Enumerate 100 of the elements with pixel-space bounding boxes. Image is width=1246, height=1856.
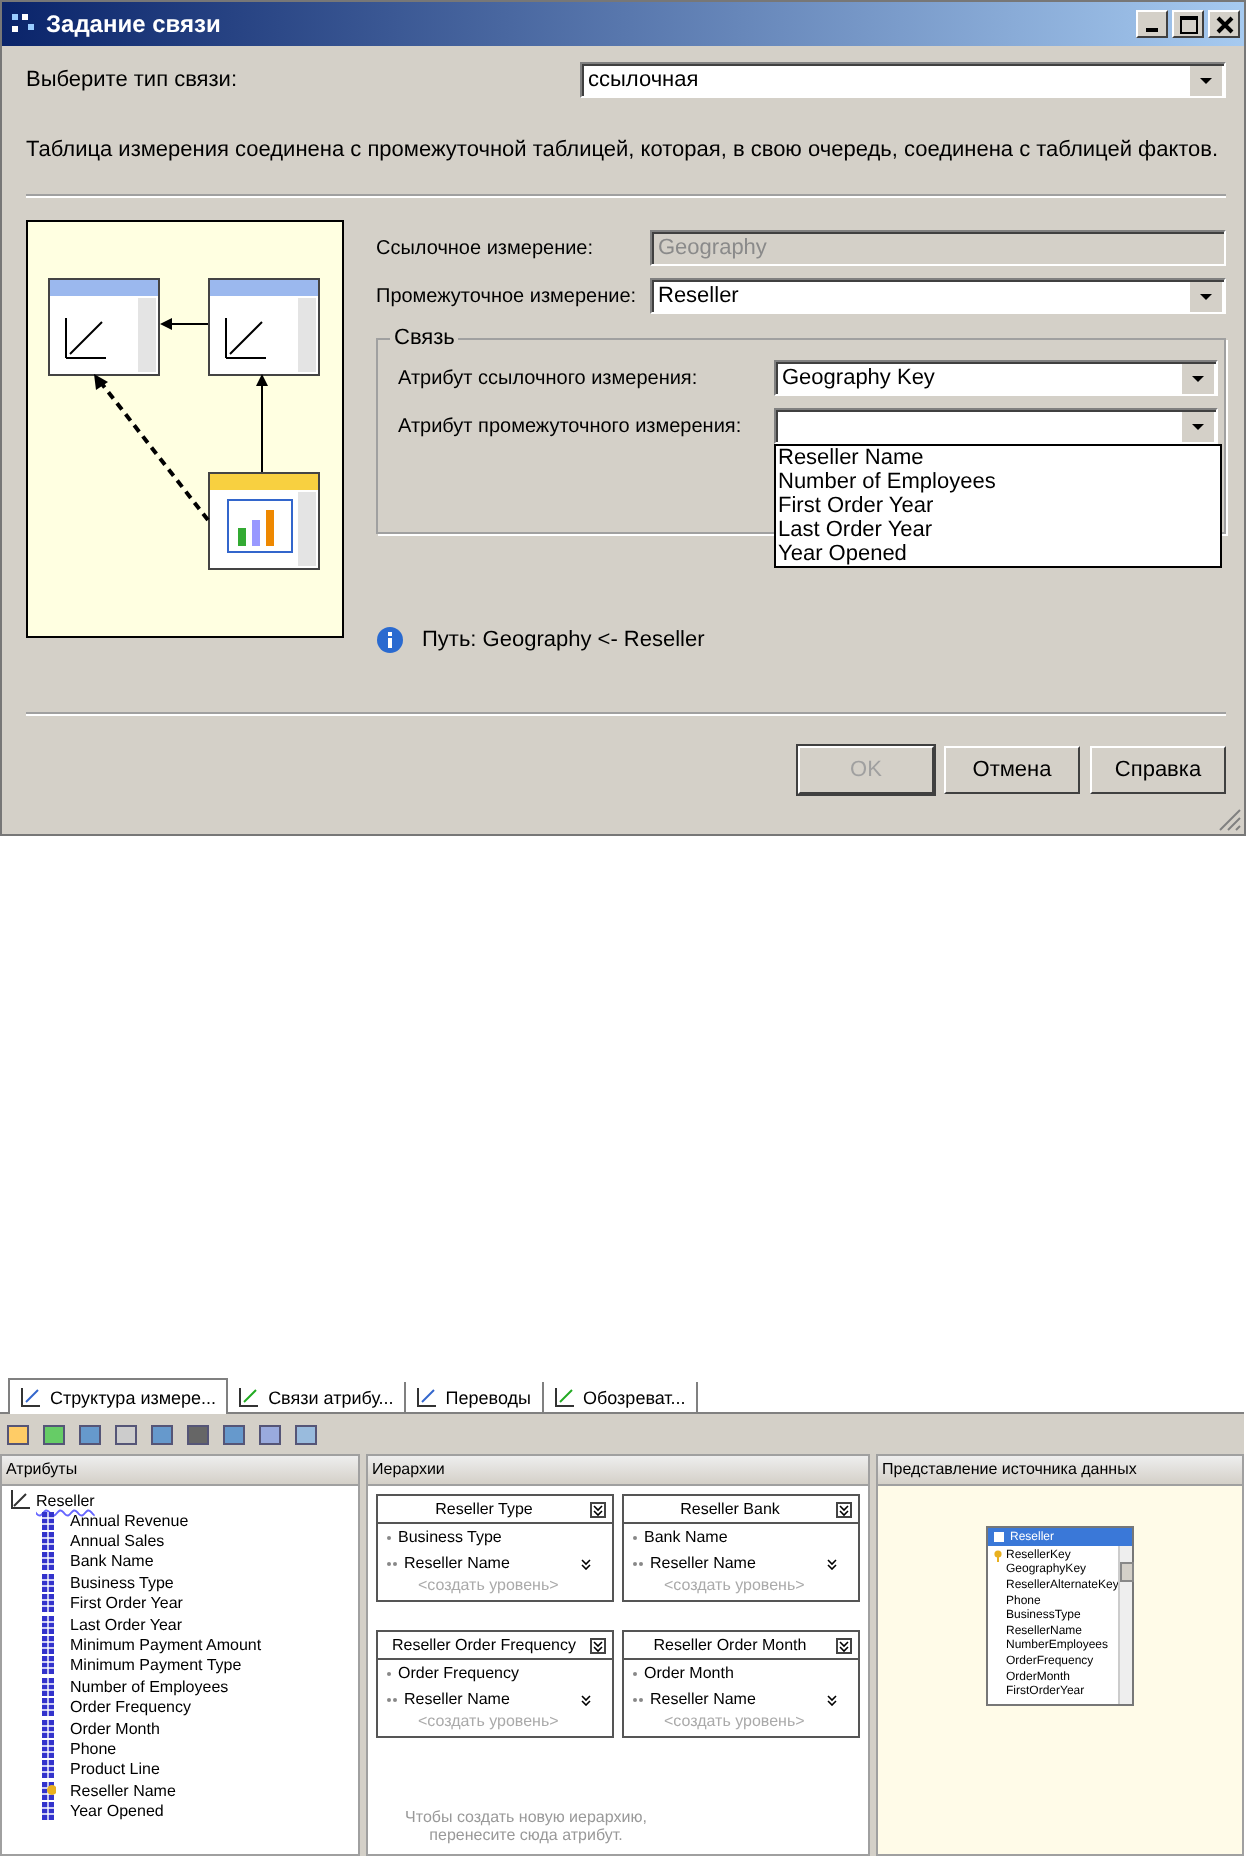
level-dots-icon xyxy=(632,1695,644,1703)
toolbar-icon[interactable] xyxy=(150,1422,174,1446)
collapse-icon[interactable] xyxy=(836,1501,852,1517)
scrollbar[interactable] xyxy=(1118,1546,1132,1704)
level-name[interactable]: Order Month xyxy=(644,1664,838,1682)
toolbar-icon[interactable] xyxy=(186,1422,210,1446)
double-chevron-icon xyxy=(580,1693,592,1705)
attribute-name[interactable]: Product Line xyxy=(70,1760,160,1779)
level-dots-icon xyxy=(386,1559,398,1567)
hierarchy-name: Reseller Type xyxy=(433,1500,535,1518)
dropdown-arrow-icon[interactable] xyxy=(1188,66,1222,96)
attribute-name[interactable]: Bank Name xyxy=(70,1552,154,1571)
dropdown-option[interactable]: Year Opened xyxy=(776,542,1220,566)
intermediate-dimension-dropdown[interactable]: Reseller xyxy=(650,278,1226,314)
panel-header: Атрибуты xyxy=(2,1456,358,1486)
reference-dimension-label: Ссылочное измерение: xyxy=(376,237,596,259)
collapse-icon[interactable] xyxy=(590,1501,606,1517)
attribute-name[interactable]: Order Frequency xyxy=(70,1698,191,1717)
chart-icon xyxy=(553,1386,575,1408)
type-dropdown[interactable]: ссылочная xyxy=(580,62,1226,98)
level-name[interactable]: Business Type xyxy=(398,1528,592,1546)
toolbar-icon[interactable] xyxy=(114,1422,138,1446)
reference-attribute-dropdown[interactable]: Geography Key xyxy=(774,360,1218,396)
dropdown-option[interactable]: Number of Employees xyxy=(776,470,1220,494)
table-icon xyxy=(994,1532,1004,1542)
attribute-name[interactable]: Minimum Payment Amount xyxy=(70,1636,262,1655)
attribute-name[interactable]: Business Type xyxy=(70,1573,174,1592)
hierarchy-name: Reseller Order Frequency xyxy=(389,1636,579,1654)
designer-tab[interactable]: Связи атрибу... xyxy=(228,1382,406,1412)
close-button[interactable] xyxy=(1208,10,1240,38)
description-text: Таблица измерения соединена с промежуточной таблицей, которая, в свою очередь, соединена с таблицей фактов. xyxy=(26,138,1221,162)
level-dots-icon xyxy=(632,1533,638,1541)
group-title: Связь xyxy=(390,326,459,350)
toolbar-icon[interactable] xyxy=(294,1422,318,1446)
attribute-name[interactable]: Annual Sales xyxy=(70,1532,165,1551)
collapse-icon[interactable] xyxy=(590,1637,606,1653)
designer-tab[interactable]: Структура измере... xyxy=(8,1378,229,1414)
designer-tab[interactable]: Переводы xyxy=(405,1382,543,1412)
dialog-button[interactable]: Справка xyxy=(1090,746,1226,794)
hierarchy-card[interactable]: Reseller Order Month Order Month Reseller Name <создать уровень> xyxy=(622,1630,860,1738)
attribute-name[interactable]: Order Month xyxy=(70,1719,160,1738)
level-dots-icon xyxy=(386,1669,392,1677)
toolbar-icon[interactable] xyxy=(6,1422,30,1446)
toolbar-icon[interactable] xyxy=(258,1422,282,1446)
attribute-name[interactable]: Minimum Payment Type xyxy=(70,1656,242,1675)
designer-tab[interactable]: Обозреват... xyxy=(543,1382,698,1412)
double-chevron-icon xyxy=(826,1693,838,1705)
chart-icon xyxy=(20,1386,42,1408)
info-icon xyxy=(376,626,404,654)
level-name[interactable]: Reseller Name xyxy=(650,1690,820,1708)
hierarchy-name: Reseller Bank xyxy=(678,1500,782,1518)
intermediate-attribute-label: Атрибут промежуточного измерения: xyxy=(398,415,744,437)
collapse-icon[interactable] xyxy=(836,1637,852,1653)
minimize-button[interactable] xyxy=(1136,10,1168,38)
key-attribute-icon xyxy=(42,1781,56,1800)
attribute-name[interactable]: Number of Employees xyxy=(70,1677,229,1696)
level-dots-icon xyxy=(632,1669,638,1677)
attribute-name[interactable]: Year Opened xyxy=(70,1802,164,1821)
dimension-name[interactable]: Reseller xyxy=(36,1492,95,1510)
level-name[interactable]: Order Frequency xyxy=(398,1664,592,1682)
level-name[interactable]: Bank Name xyxy=(644,1528,838,1546)
toolbar-icon[interactable] xyxy=(78,1422,102,1446)
hierarchy-card[interactable]: Reseller Type Business Type Reseller Name <создать уровень> xyxy=(376,1494,614,1602)
hierarchy-card[interactable]: Reseller Order Frequency Order Frequency Reseller Name <создать уровень> xyxy=(376,1630,614,1738)
reference-attribute-label: Атрибут ссылочного измерения: xyxy=(398,367,700,389)
attribute-name[interactable]: First Order Year xyxy=(70,1594,183,1613)
intermediate-attribute-dropdown[interactable] xyxy=(774,408,1218,444)
maximize-icon[interactable] xyxy=(1179,15,1197,33)
panel-header: Представление источника данных xyxy=(878,1456,1242,1486)
close-icon[interactable] xyxy=(1215,15,1233,33)
dropdown-arrow-icon[interactable] xyxy=(1188,282,1222,312)
dialog-button[interactable]: Отмена xyxy=(944,746,1080,794)
level-dots-icon xyxy=(386,1695,398,1703)
type-label: Выберите тип связи: xyxy=(26,68,240,92)
resize-grip-icon[interactable] xyxy=(1218,808,1242,832)
attribute-name[interactable]: Phone xyxy=(70,1739,117,1758)
toolbar-icon[interactable] xyxy=(42,1422,66,1446)
dropdown-arrow-icon[interactable] xyxy=(1180,364,1214,394)
level-name[interactable]: Reseller Name xyxy=(650,1554,820,1572)
intermediate-dimension-label: Промежуточное измерение: xyxy=(376,285,639,307)
double-chevron-icon xyxy=(826,1557,838,1569)
hierarchy-name: Reseller Order Month xyxy=(651,1636,809,1654)
chart-icon xyxy=(415,1386,438,1408)
double-chevron-icon xyxy=(580,1557,592,1569)
attribute-name[interactable]: Annual Revenue xyxy=(70,1511,189,1530)
attribute-name[interactable]: Reseller Name xyxy=(70,1781,176,1800)
toolbar-icon[interactable] xyxy=(222,1422,246,1446)
level-name[interactable]: Reseller Name xyxy=(404,1690,574,1708)
dropdown-option[interactable]: Last Order Year xyxy=(776,518,1220,542)
attribute-name[interactable]: Last Order Year xyxy=(70,1615,183,1634)
attribute-icon xyxy=(42,1802,56,1821)
dropdown-option[interactable]: First Order Year xyxy=(776,494,1220,518)
dropdown-option[interactable]: Reseller Name xyxy=(776,446,1220,470)
hierarchy-card[interactable]: Reseller Bank Bank Name Reseller Name <создать уровень> xyxy=(622,1494,860,1602)
dots-icon xyxy=(10,12,38,36)
level-name[interactable]: Reseller Name xyxy=(404,1554,574,1572)
path-text: Путь: Geography <- Reseller xyxy=(422,628,705,652)
maximize-button[interactable] xyxy=(1172,10,1204,38)
dropdown-arrow-icon[interactable] xyxy=(1180,412,1214,442)
key-icon xyxy=(994,1549,1002,1562)
